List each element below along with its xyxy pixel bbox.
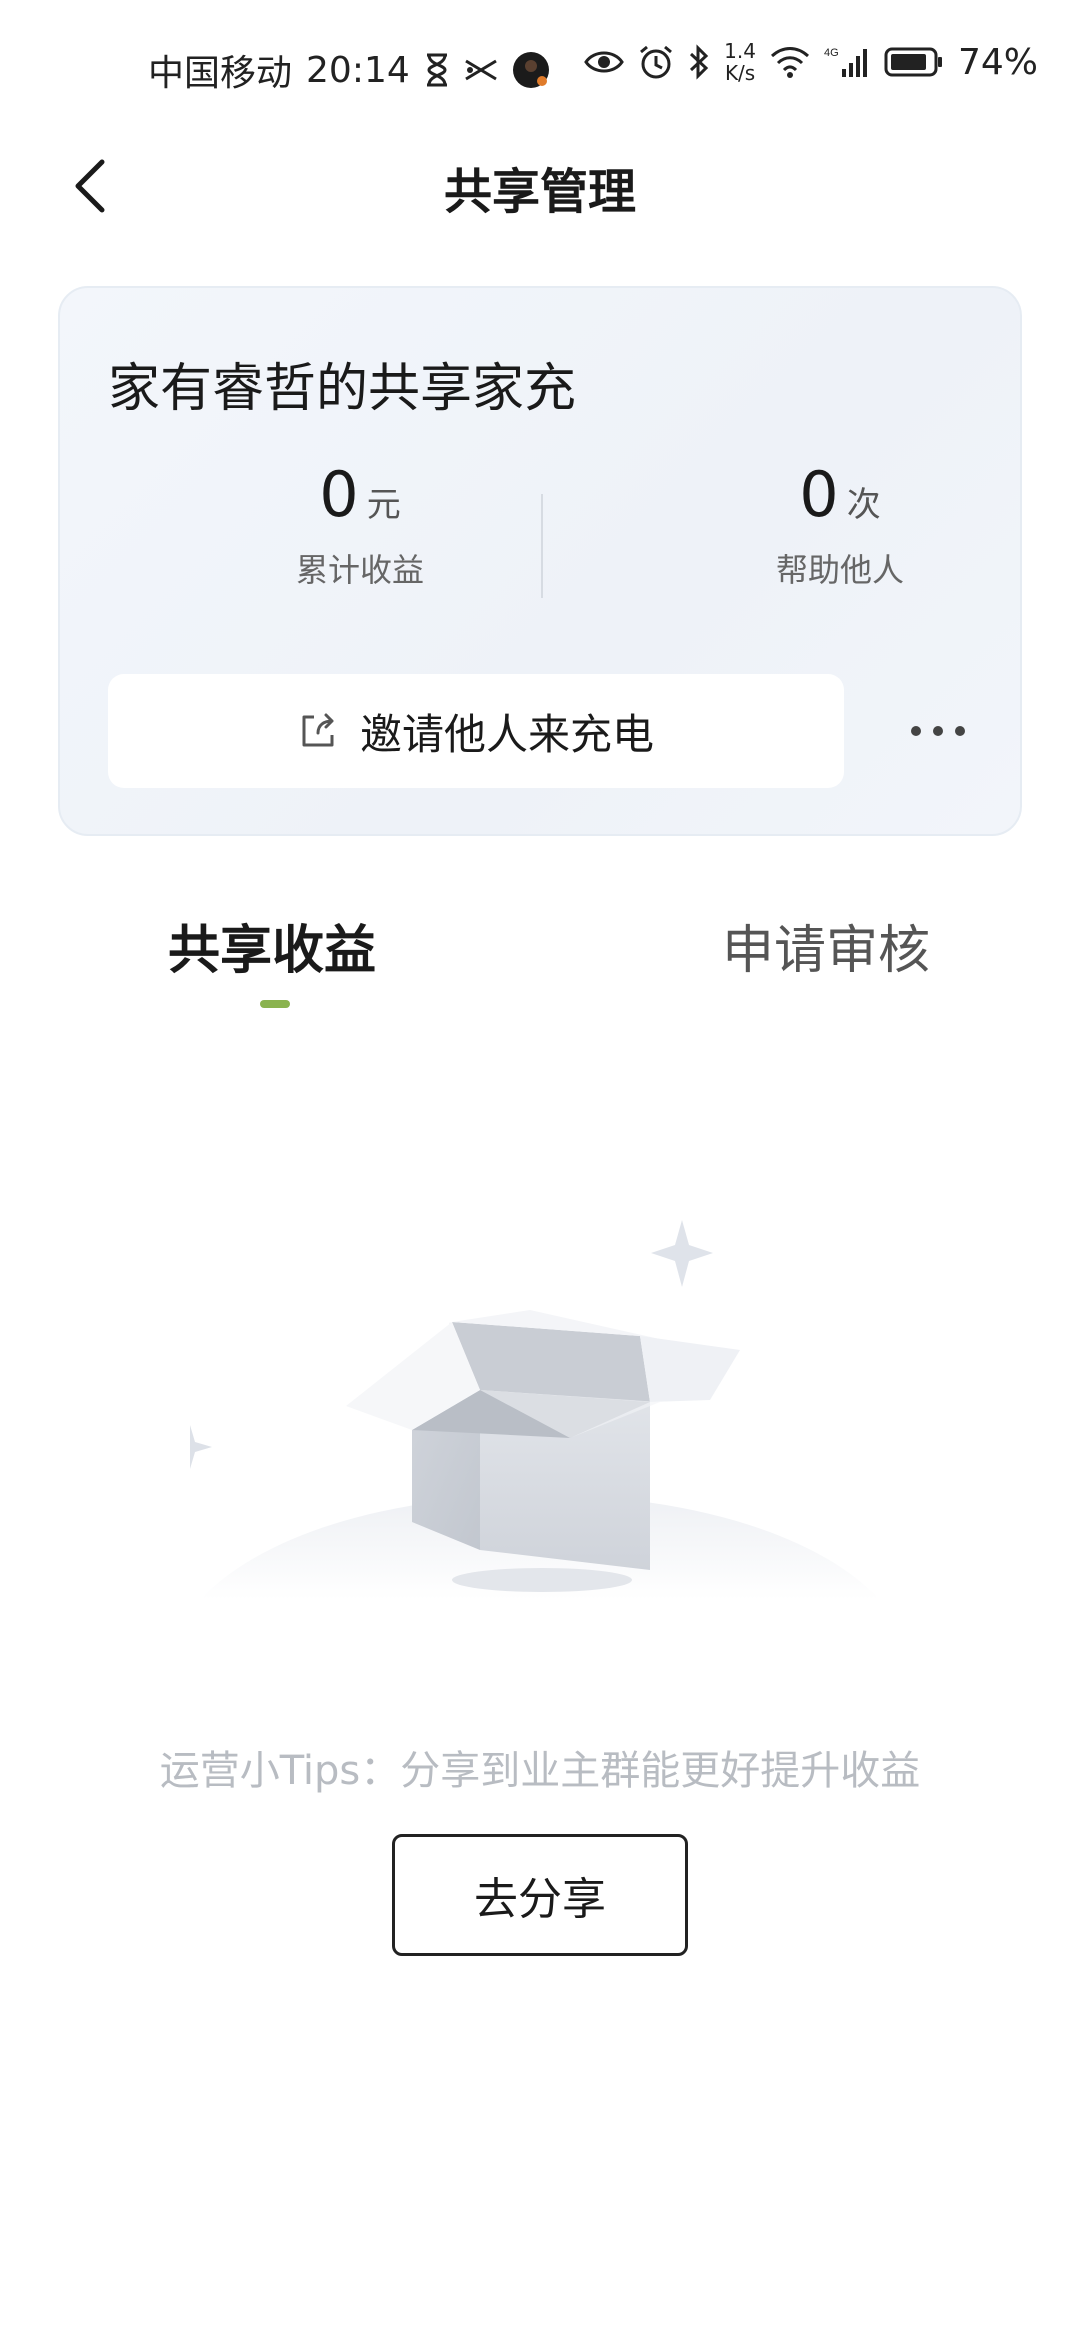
stat-divider — [541, 494, 543, 598]
tab-application-review[interactable]: 申请审核 — [722, 908, 930, 983]
status-bar-left: 中国移动 20:14 — [148, 44, 550, 96]
earnings-label: 累计收益 — [295, 551, 424, 589]
empty-box-illustration — [168, 1170, 890, 1610]
share-icon — [302, 713, 334, 747]
wifi-icon — [770, 46, 810, 78]
helps-label: 帮助他人 — [775, 551, 904, 589]
clock: 20:14 — [306, 49, 410, 91]
share-management-page: 中国移动 20:14 1.4 K/s 4G 74% 共享管理 家有睿哲的共享家充… — [0, 0, 1080, 2340]
go-share-button[interactable]: 去分享 — [392, 1834, 688, 1956]
status-bar-right: 1.4 K/s 4G 74% — [584, 40, 1038, 84]
earnings-unit: 元 — [366, 485, 401, 525]
network-speed-unit: K/s — [724, 61, 756, 85]
earnings-stat: 0元 累计收益 — [210, 458, 510, 591]
scissors-icon — [464, 57, 498, 83]
alarm-icon — [638, 44, 674, 80]
avatar-icon — [512, 51, 550, 89]
hourglass-icon — [424, 53, 450, 87]
signal-icon: 4G — [824, 45, 870, 79]
nav-bar: 共享管理 — [0, 130, 1080, 240]
helps-unit: 次 — [846, 485, 881, 525]
eye-icon — [584, 48, 624, 76]
network-type: 4G — [824, 47, 839, 59]
invite-charging-button[interactable]: 邀请他人来充电 — [108, 674, 844, 788]
status-bar: 中国移动 20:14 1.4 K/s 4G 74% — [0, 0, 1080, 130]
battery-icon — [884, 46, 944, 78]
helps-stat: 0次 帮助他人 — [690, 458, 990, 591]
more-options-button[interactable] — [880, 674, 996, 788]
charger-summary-card: 家有睿哲的共享家充 0元 累计收益 0次 帮助他人 邀请他人来充电 — [58, 286, 1022, 836]
network-speed: 1.4 K/s — [724, 40, 756, 84]
helps-value: 0 — [799, 458, 839, 531]
tab-share-earnings[interactable]: 共享收益 — [168, 908, 376, 983]
invite-button-label: 邀请他人来充电 — [359, 709, 654, 759]
battery-percent: 74% — [957, 41, 1038, 83]
network-speed-value: 1.4 — [724, 39, 756, 63]
page-title: 共享管理 — [443, 164, 636, 220]
operations-tips: 运营小Tips：分享到业主群能更好提升收益 — [159, 1748, 921, 1794]
bluetooth-icon — [688, 44, 710, 80]
more-horizontal-icon — [911, 726, 965, 736]
earnings-value: 0 — [319, 458, 359, 531]
active-tab-indicator — [260, 1000, 290, 1008]
carrier-name: 中国移动 — [148, 53, 293, 94]
charger-name: 家有睿哲的共享家充 — [108, 359, 577, 419]
